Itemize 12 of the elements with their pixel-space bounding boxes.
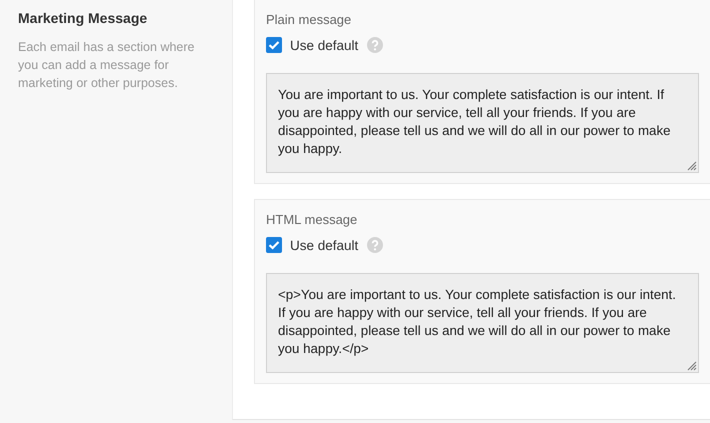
checkbox-label[interactable]: Use default bbox=[290, 238, 358, 252]
checkbox-label[interactable]: Use default bbox=[290, 38, 358, 52]
section-title: Marketing Message bbox=[18, 10, 148, 26]
resize-handle-icon[interactable] bbox=[685, 159, 697, 171]
message-textarea[interactable]: <p>You are important to us. Your complete satisfaction is our intent. If you are happy with our service, tell all your friends. If you are disappointed, please tell us and we will do all in our power to make you happy.</p> bbox=[266, 273, 699, 373]
checkbox[interactable] bbox=[266, 237, 282, 253]
field-label: HTML message bbox=[266, 212, 358, 227]
message-textarea[interactable]: You are important to us. Your complete satisfaction is our intent. If you are happy with our service, tell all your friends. If you are disappointed, please tell us and we will do all in our power to make you happy. bbox=[266, 73, 699, 173]
field-label: Plain message bbox=[266, 12, 352, 27]
resize-handle-icon[interactable] bbox=[685, 359, 697, 371]
checkbox[interactable] bbox=[266, 37, 282, 53]
section-description: Each email has a section where you can add a message for marketing or other purposes. bbox=[18, 39, 196, 92]
